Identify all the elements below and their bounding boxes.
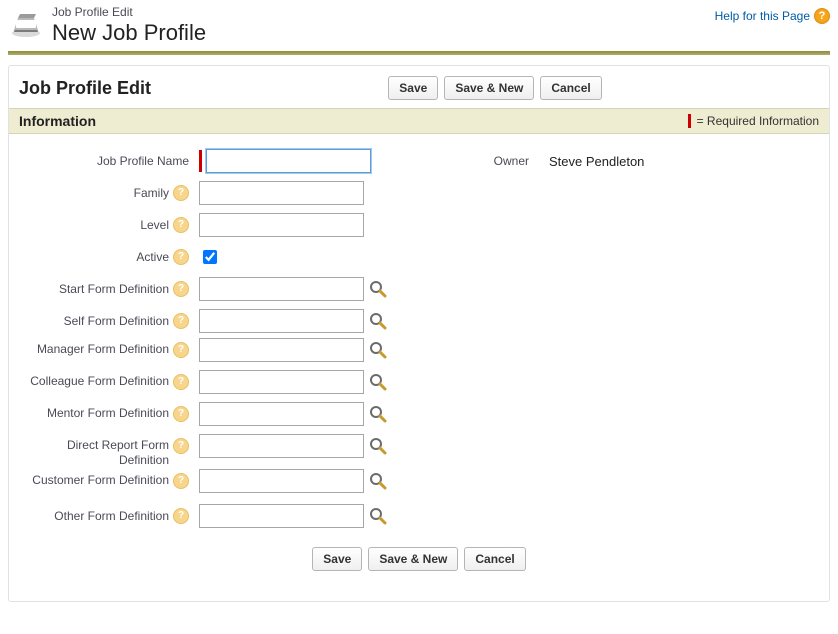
page-title: New Job Profile [52,21,206,45]
input-level[interactable] [199,213,364,237]
input-colleague-form[interactable] [199,370,364,394]
help-icon: ? [814,8,830,24]
label-start-form: Start Form Definition [59,282,169,296]
lookup-icon[interactable] [368,311,388,331]
input-direct-report-form[interactable] [199,434,364,458]
help-icon[interactable]: ? [173,185,189,201]
input-family[interactable] [199,181,364,205]
lookup-icon[interactable] [368,471,388,491]
page-icon [8,8,44,38]
field-level: Level ? [19,210,449,240]
required-bar-icon [688,114,691,128]
help-icon[interactable]: ? [173,473,189,489]
lookup-icon[interactable] [368,404,388,424]
label-customer-form: Customer Form Definition [32,473,169,487]
field-direct-report-form: Direct Report Form Definition ? [19,434,449,467]
lookup-icon[interactable] [368,436,388,456]
cancel-button[interactable]: Cancel [464,547,525,571]
field-customer-form: Customer Form Definition ? [19,469,449,499]
lookup-icon[interactable] [368,279,388,299]
checkbox-active[interactable] [203,250,217,264]
top-button-row: Save Save & New Cancel [171,76,819,100]
help-icon[interactable]: ? [173,438,189,454]
help-link-text: Help for this Page [715,9,810,23]
form-header: Job Profile Edit Save Save & New Cancel [9,66,829,108]
bottom-button-row: Save Save & New Cancel [19,533,819,581]
divider [8,51,830,55]
page-pretitle: Job Profile Edit [52,6,206,19]
help-icon[interactable]: ? [173,249,189,265]
input-start-form[interactable] [199,277,364,301]
label-level: Level [140,218,169,232]
cancel-button[interactable]: Cancel [540,76,601,100]
lookup-icon[interactable] [368,372,388,392]
value-owner: Steve Pendleton [549,154,644,169]
field-mentor-form: Mentor Form Definition ? [19,402,449,432]
label-active: Active [136,250,169,264]
label-job-profile-name: Job Profile Name [97,154,189,168]
help-link[interactable]: Help for this Page ? [715,8,830,24]
help-icon[interactable]: ? [173,313,189,329]
help-icon[interactable]: ? [173,217,189,233]
label-mentor-form: Mentor Form Definition [47,406,169,420]
field-family: Family ? [19,178,449,208]
field-other-form: Other Form Definition ? [19,501,449,531]
field-start-form: Start Form Definition ? [19,274,449,304]
field-manager-form: Manager Form Definition ? [19,338,449,368]
label-manager-form: Manager Form Definition [37,342,169,356]
section-title: Information [19,113,96,129]
field-self-form: Self Form Definition ? [19,306,449,336]
field-owner: Owner Steve Pendleton [459,146,819,176]
help-icon[interactable]: ? [173,406,189,422]
field-colleague-form: Colleague Form Definition ? [19,370,449,400]
label-owner: Owner [459,154,549,168]
input-customer-form[interactable] [199,469,364,493]
required-indicator-icon [199,150,202,172]
form-card: Job Profile Edit Save Save & New Cancel … [8,65,830,602]
save-new-button[interactable]: Save & New [444,76,534,100]
field-active: Active ? [19,242,449,272]
label-colleague-form: Colleague Form Definition [30,374,169,388]
save-new-button[interactable]: Save & New [368,547,458,571]
required-legend: = Required Information [688,114,819,128]
save-button[interactable]: Save [388,76,438,100]
label-direct-report-form: Direct Report Form Definition [19,438,169,467]
field-job-profile-name: Job Profile Name [19,146,449,176]
help-icon[interactable]: ? [173,374,189,390]
required-legend-text: = Required Information [697,114,819,128]
help-icon[interactable]: ? [173,508,189,524]
form-header-title: Job Profile Edit [19,78,151,99]
input-other-form[interactable] [199,504,364,528]
lookup-icon[interactable] [368,506,388,526]
input-mentor-form[interactable] [199,402,364,426]
save-button[interactable]: Save [312,547,362,571]
page-header: Job Profile Edit New Job Profile Help fo… [8,6,830,45]
label-self-form: Self Form Definition [64,314,169,328]
help-icon[interactable]: ? [173,281,189,297]
lookup-icon[interactable] [368,340,388,360]
section-header: Information = Required Information [9,108,829,134]
input-job-profile-name[interactable] [206,149,371,173]
help-icon[interactable]: ? [173,342,189,358]
label-family: Family [134,186,169,200]
input-self-form[interactable] [199,309,364,333]
input-manager-form[interactable] [199,338,364,362]
label-other-form: Other Form Definition [54,509,169,523]
